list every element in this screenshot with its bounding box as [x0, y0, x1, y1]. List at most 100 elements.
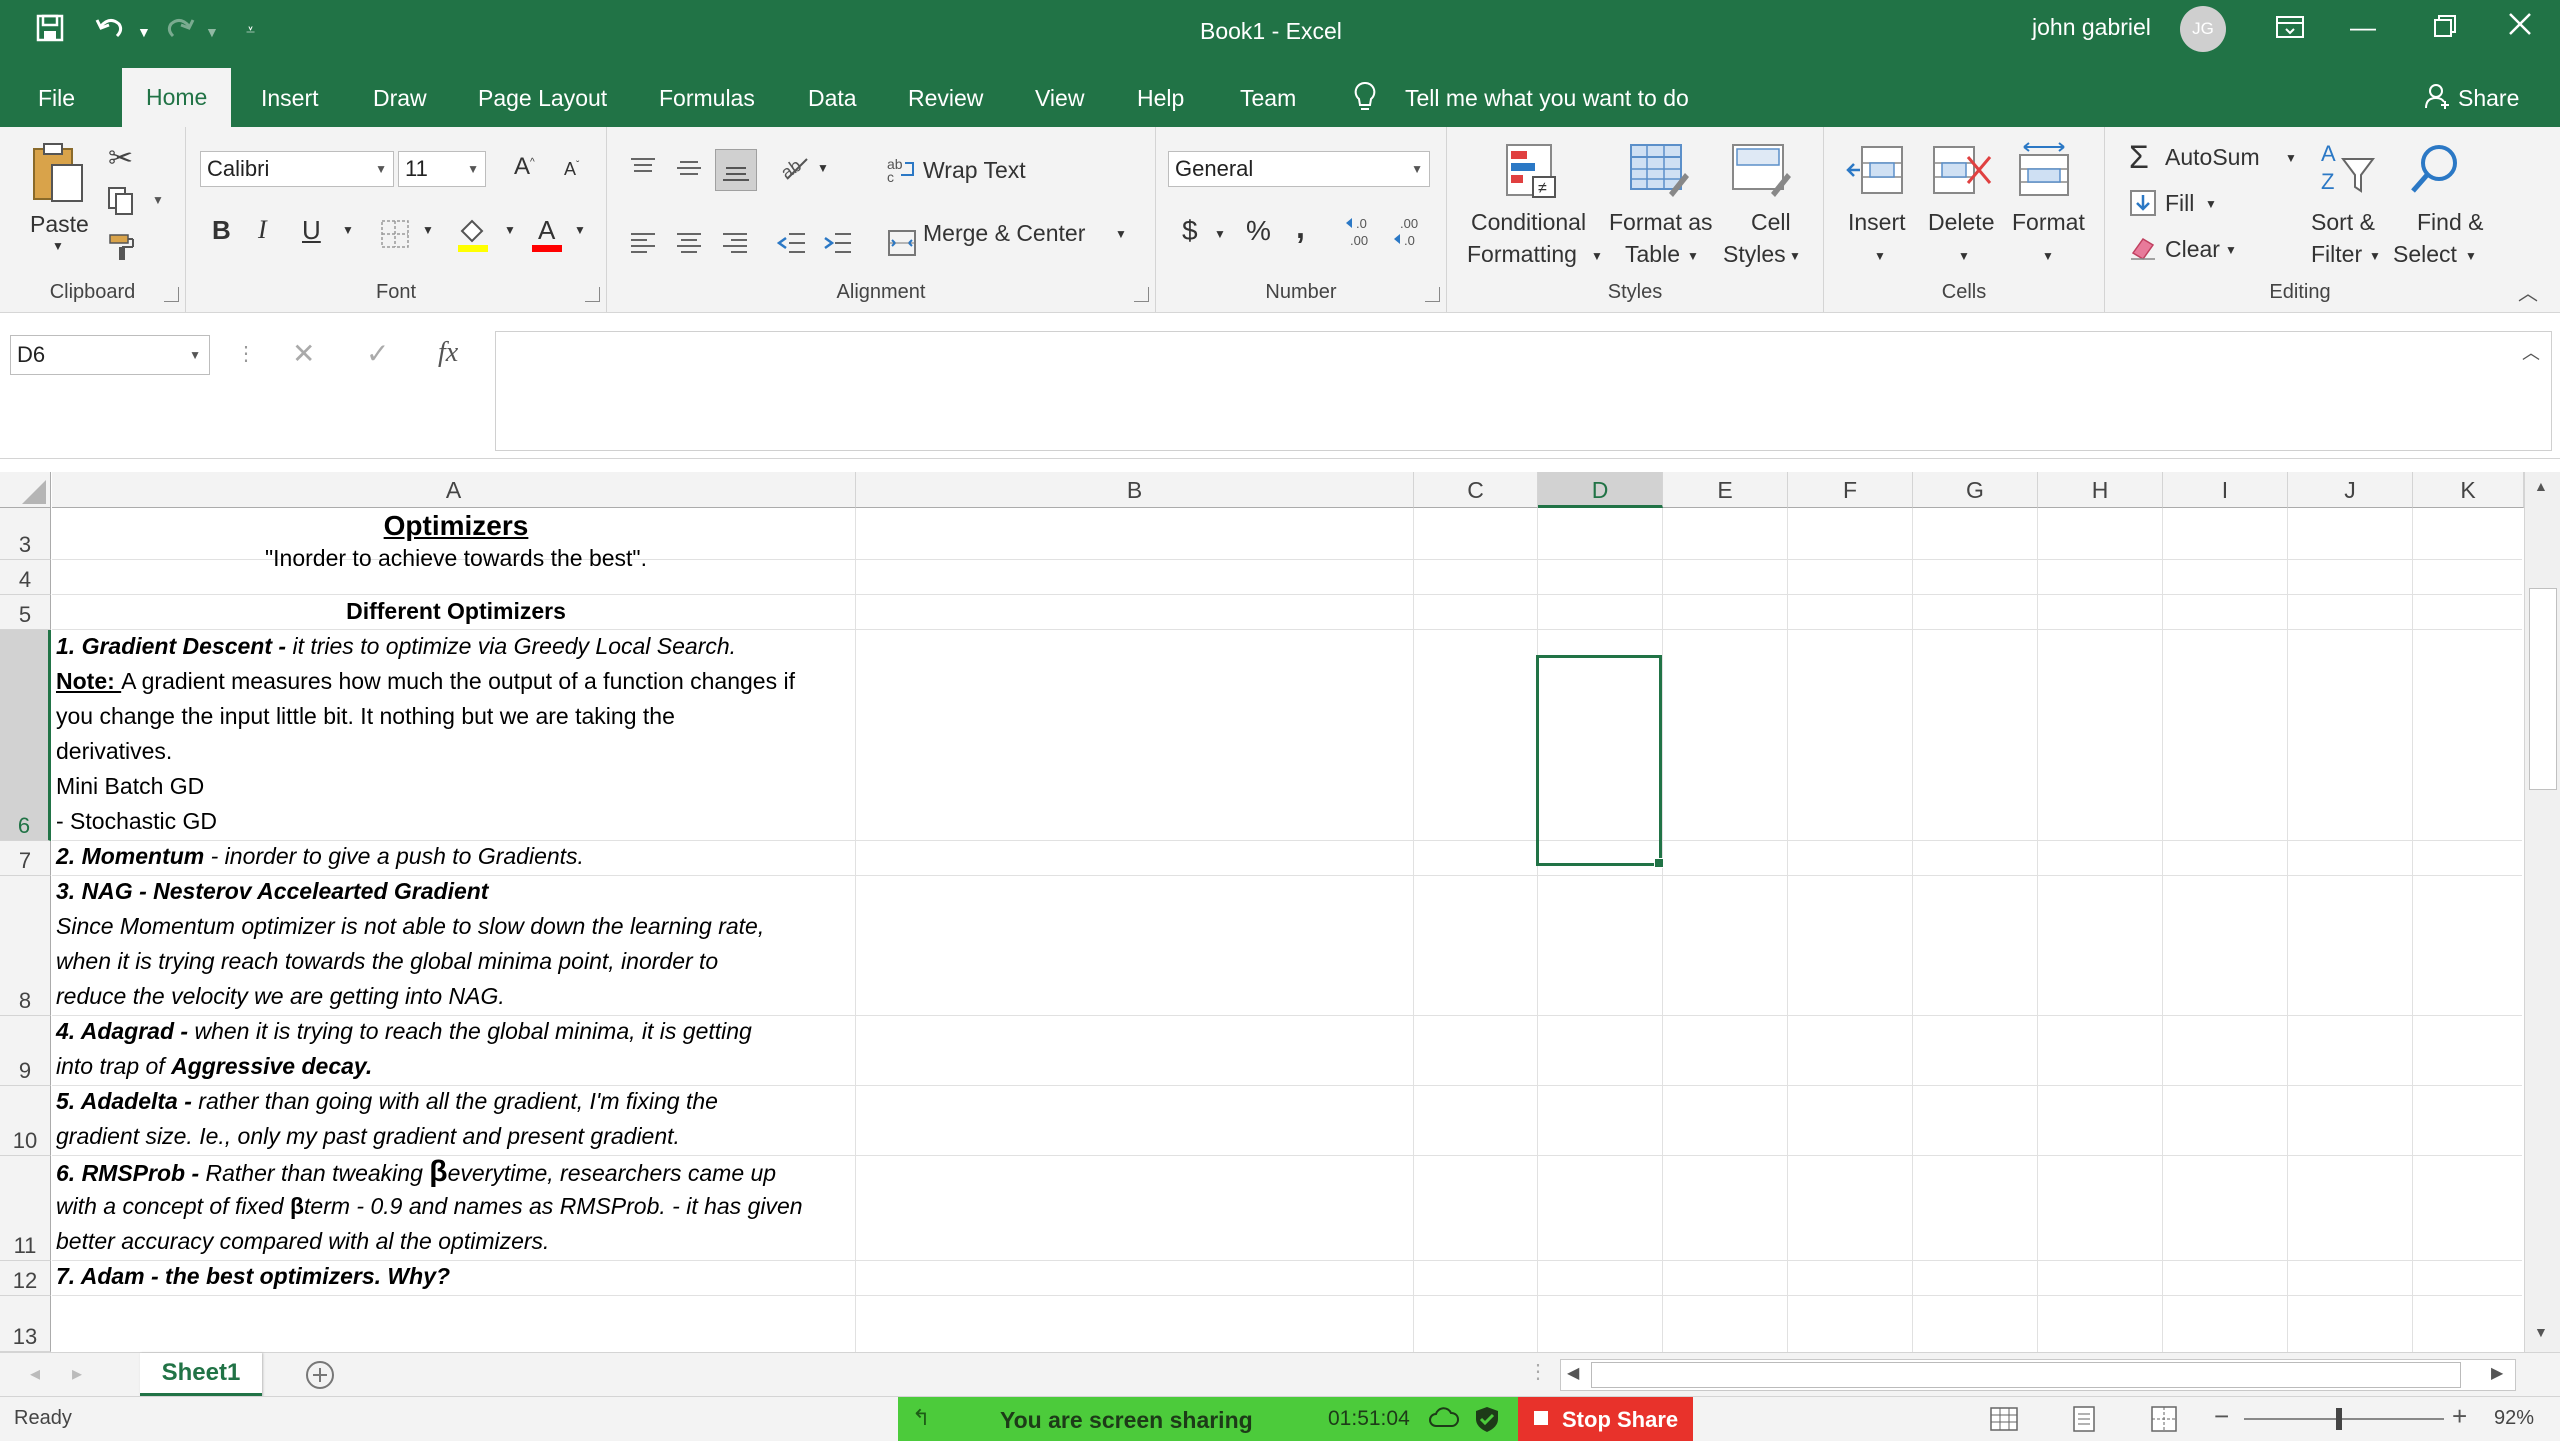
autosum-icon[interactable]: Σ	[2129, 139, 2149, 176]
page-break-view-icon[interactable]	[2150, 1406, 2178, 1437]
sort-filter-label-1[interactable]: Sort &	[2311, 209, 2375, 236]
sort-filter-dropdown-icon[interactable]: ▼	[2369, 249, 2381, 263]
cut-icon[interactable]: ✂	[108, 141, 133, 176]
tab-draw[interactable]: Draw	[373, 85, 427, 112]
sheet-tab-sheet1[interactable]: Sheet1	[140, 1353, 262, 1397]
normal-view-icon[interactable]	[1990, 1407, 2018, 1436]
restore-icon[interactable]	[2433, 14, 2457, 43]
find-select-dropdown-icon[interactable]: ▼	[2465, 249, 2477, 263]
wrap-text-button[interactable]: Wrap Text	[923, 157, 1026, 184]
borders-icon[interactable]	[380, 219, 410, 254]
delete-cells-button[interactable]: Delete	[1928, 209, 1994, 236]
close-icon[interactable]	[2508, 12, 2532, 41]
formula-input[interactable]	[495, 331, 2552, 451]
minimize-icon[interactable]: —	[2350, 12, 2376, 43]
enter-formula-icon[interactable]: ✓	[366, 337, 389, 370]
orientation-icon[interactable]: ab	[777, 153, 811, 186]
format-as-table-icon[interactable]	[1629, 143, 1689, 204]
stop-share-button[interactable]: Stop Share	[1518, 1397, 1693, 1441]
redo-dropdown-icon[interactable]: ▼	[205, 24, 219, 40]
col-header-a[interactable]: A	[52, 472, 856, 508]
scroll-left-icon[interactable]: ◀	[1567, 1363, 1579, 1383]
name-box[interactable]: D6 ▼	[10, 335, 210, 375]
align-bottom-icon[interactable]	[715, 149, 757, 191]
format-dropdown-icon[interactable]: ▼	[2042, 249, 2054, 263]
col-header-h[interactable]: H	[2038, 472, 2163, 508]
cell-styles-label-1[interactable]: Cell	[1751, 209, 1791, 236]
font-launcher-icon[interactable]	[585, 287, 600, 302]
col-header-j[interactable]: J	[2288, 472, 2413, 508]
currency-dropdown-icon[interactable]: ▼	[1214, 227, 1226, 241]
insert-function-icon[interactable]: fx	[438, 337, 458, 369]
copy-dropdown-icon[interactable]: ▼	[152, 193, 164, 207]
bold-button[interactable]: B	[212, 215, 231, 246]
scroll-up-icon[interactable]: ▲	[2534, 478, 2548, 494]
paste-dropdown-icon[interactable]: ▼	[52, 239, 64, 253]
cancel-formula-icon[interactable]: ✕	[292, 337, 315, 370]
cell-styles-label-2[interactable]: Styles	[1723, 241, 1786, 268]
lightbulb-icon[interactable]	[1353, 81, 1377, 118]
selected-cell-d6[interactable]	[1536, 655, 1664, 868]
row-header-10[interactable]: 10	[0, 1086, 51, 1156]
tab-file[interactable]: File	[38, 85, 75, 112]
zoom-level[interactable]: 92%	[2494, 1407, 2534, 1430]
prev-sheet-icon[interactable]: ◂	[30, 1361, 40, 1386]
cell-styles-icon[interactable]	[1731, 143, 1791, 204]
merge-center-button[interactable]: Merge & Center	[923, 220, 1085, 247]
stop-share-label[interactable]: Stop Share	[1562, 1407, 1678, 1433]
clear-button[interactable]: Clear	[2165, 236, 2220, 263]
col-header-g[interactable]: G	[1913, 472, 2038, 508]
redo-icon[interactable]	[165, 14, 195, 50]
row-header-13[interactable]: 13	[0, 1296, 51, 1352]
autosum-dropdown-icon[interactable]: ▼	[2285, 151, 2297, 165]
tab-home[interactable]: Home	[122, 68, 232, 127]
format-as-table-label-2[interactable]: Table	[1625, 241, 1680, 268]
find-select-label-1[interactable]: Find &	[2417, 209, 2483, 236]
tab-insert[interactable]: Insert	[261, 85, 319, 112]
percent-button[interactable]: %	[1246, 215, 1271, 247]
number-format-box[interactable]: General ▼	[1168, 151, 1430, 187]
tab-page-layout[interactable]: Page Layout	[478, 85, 607, 112]
scroll-down-icon[interactable]: ▼	[2534, 1324, 2548, 1340]
chevron-down-icon[interactable]: ▼	[189, 336, 201, 374]
row-header-7[interactable]: 7	[0, 841, 51, 876]
col-header-e[interactable]: E	[1663, 472, 1788, 508]
col-header-k[interactable]: K	[2413, 472, 2524, 508]
clipboard-launcher-icon[interactable]	[164, 287, 179, 302]
col-header-d[interactable]: D	[1538, 472, 1663, 508]
font-color-dropdown-icon[interactable]: ▼	[574, 223, 586, 237]
align-middle-icon[interactable]	[675, 157, 703, 184]
conditional-formatting-dropdown-icon[interactable]: ▼	[1591, 249, 1603, 263]
font-size-box[interactable]: 11 ▼	[398, 151, 486, 187]
align-top-icon[interactable]	[629, 157, 657, 184]
delete-dropdown-icon[interactable]: ▼	[1958, 249, 1970, 263]
autosum-button[interactable]: AutoSum	[2165, 144, 2260, 171]
zoom-slider[interactable]	[2244, 1408, 2444, 1430]
sort-filter-icon[interactable]: AZ	[2317, 141, 2377, 202]
increase-indent-icon[interactable]	[823, 231, 853, 260]
increase-font-icon[interactable]: A^	[514, 153, 535, 181]
zoom-slider-thumb[interactable]	[2336, 1408, 2342, 1430]
share-person-icon[interactable]	[2424, 83, 2450, 114]
decrease-indent-icon[interactable]	[776, 231, 807, 260]
decrease-decimal-icon[interactable]: .00.0	[1392, 215, 1428, 254]
underline-button[interactable]: U	[302, 215, 321, 246]
chevron-down-icon[interactable]: ▼	[1411, 152, 1423, 186]
orientation-dropdown-icon[interactable]: ▼	[817, 161, 829, 175]
undo-icon[interactable]	[95, 14, 125, 50]
number-launcher-icon[interactable]	[1425, 287, 1440, 302]
col-header-c[interactable]: C	[1414, 472, 1538, 508]
conditional-formatting-icon[interactable]: ≠	[1505, 143, 1557, 204]
tab-team[interactable]: Team	[1240, 85, 1296, 112]
merge-dropdown-icon[interactable]: ▼	[1115, 227, 1127, 241]
fill-icon[interactable]	[2129, 189, 2157, 222]
horizontal-scroll-thumb[interactable]	[1591, 1362, 2461, 1388]
sort-filter-label-2[interactable]: Filter	[2311, 241, 2362, 268]
insert-cells-icon[interactable]	[1846, 145, 1906, 202]
user-name[interactable]: john gabriel	[2032, 14, 2151, 41]
col-header-f[interactable]: F	[1788, 472, 1913, 508]
col-header-i[interactable]: I	[2163, 472, 2288, 508]
format-cells-icon[interactable]	[2016, 141, 2072, 202]
increase-decimal-icon[interactable]: .0.00	[1344, 215, 1380, 254]
row-header-6[interactable]: 6	[0, 630, 51, 841]
